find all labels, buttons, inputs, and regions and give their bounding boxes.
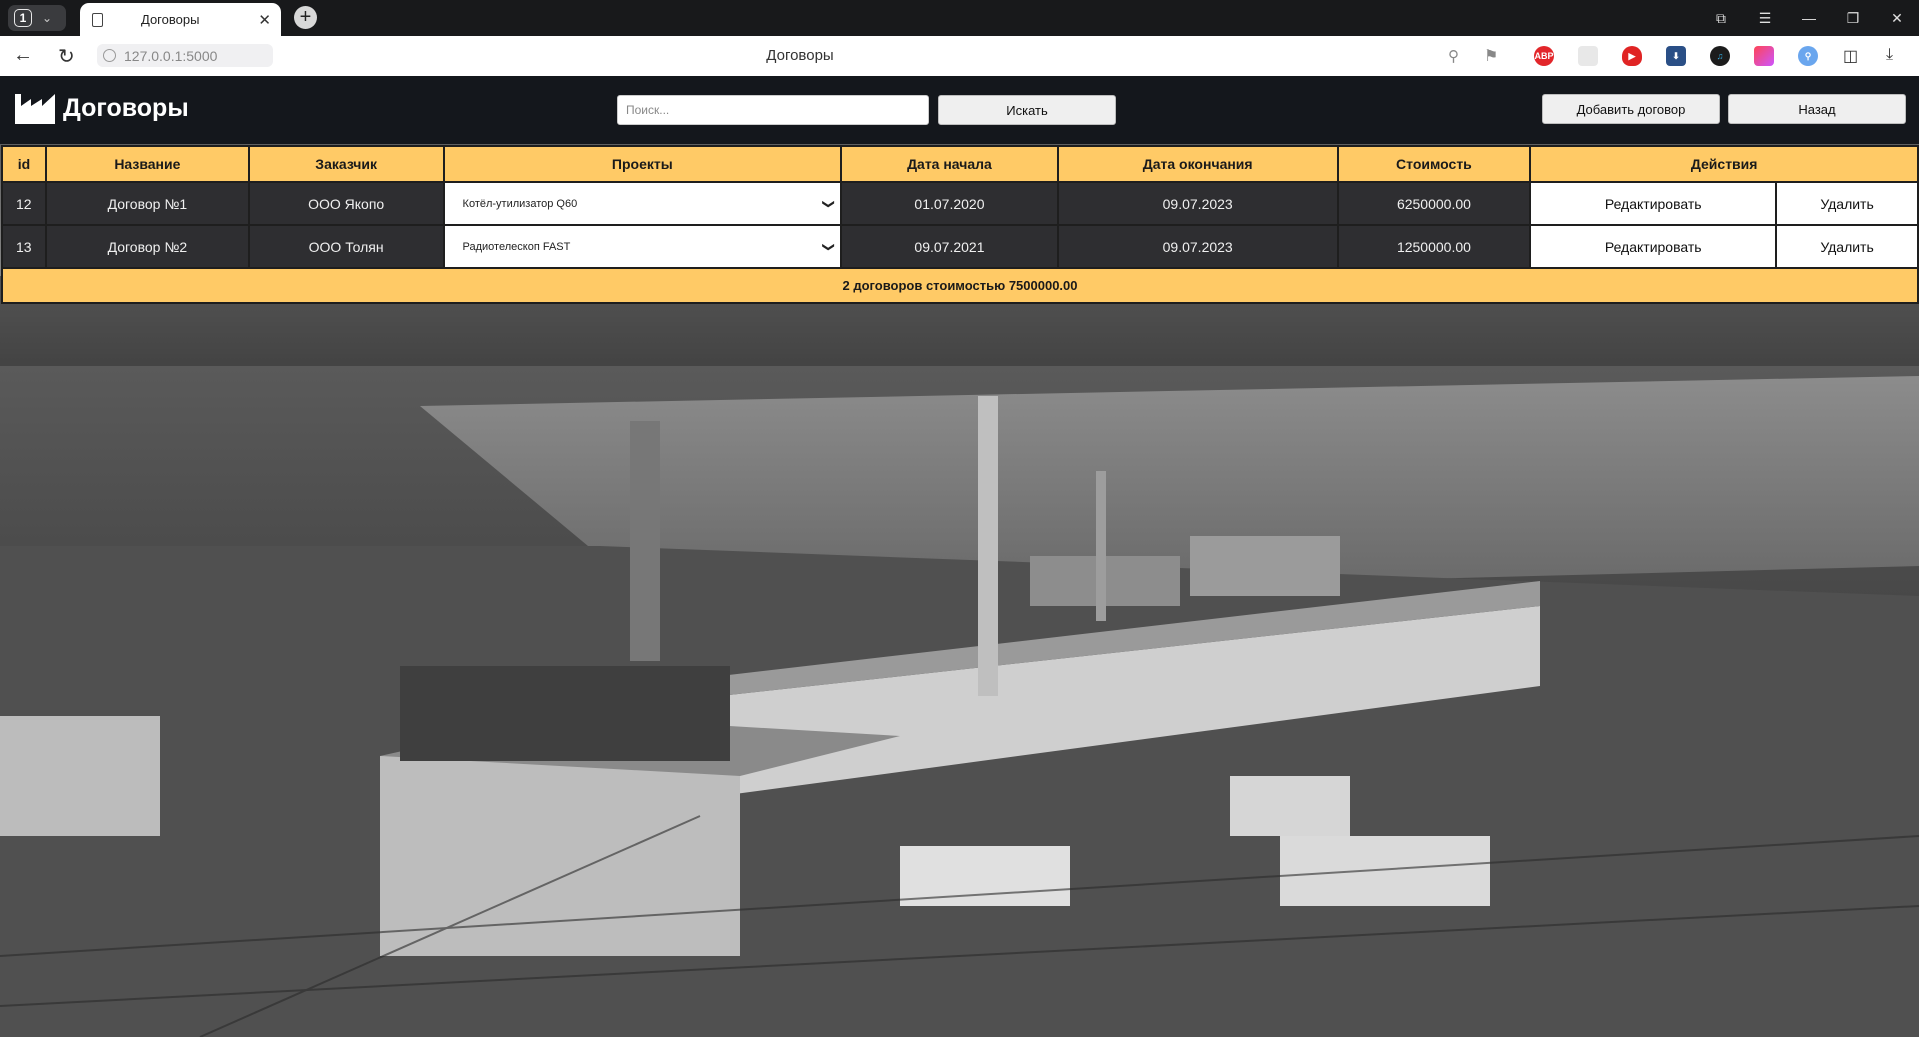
- tab-title: Договоры: [141, 12, 200, 27]
- table-row: 13 Договор №2 ООО Толян Радиотелескоп FA…: [1, 224, 1919, 269]
- column-header-actions: Действия: [1529, 145, 1919, 183]
- column-header-start-date: Дата начала: [840, 145, 1059, 183]
- extensions-icon[interactable]: ◫: [1843, 46, 1858, 66]
- collections-icon[interactable]: ⧉: [1699, 10, 1743, 27]
- chevron-down-icon: ⌄: [42, 11, 53, 25]
- cell-id: 13: [1, 224, 47, 269]
- close-icon[interactable]: ✕: [258, 11, 271, 29]
- adblock-extension-icon[interactable]: ABP: [1534, 46, 1554, 66]
- restore-icon[interactable]: ❐: [1831, 10, 1875, 27]
- close-window-icon[interactable]: ✕: [1875, 10, 1919, 27]
- cell-cost: 6250000.00: [1336, 181, 1532, 226]
- shield-extension-icon[interactable]: ▶: [1622, 46, 1642, 66]
- document-icon: [92, 12, 103, 27]
- chevron-down-icon: ❯: [822, 241, 837, 252]
- delete-button[interactable]: Удалить: [1775, 224, 1919, 269]
- contracts-table: id Название Заказчик Проекты Дата начала…: [1, 145, 1919, 304]
- music-extension-icon[interactable]: ♫: [1710, 46, 1730, 66]
- back-button[interactable]: Назад: [1728, 94, 1906, 124]
- cell-customer: ООО Якопо: [247, 181, 445, 226]
- browser-tab-active[interactable]: Договоры ✕: [80, 3, 281, 36]
- search-input[interactable]: [617, 95, 929, 125]
- search-extension-icon[interactable]: ⚲: [1798, 46, 1818, 66]
- column-header-name: Название: [44, 145, 250, 183]
- search-button[interactable]: Искать: [938, 95, 1116, 125]
- page-content: Договоры Искать Добавить договор Назад i…: [0, 76, 1919, 1037]
- tab-count: 1: [14, 9, 32, 27]
- cell-cost: 1250000.00: [1336, 224, 1532, 269]
- address-bar: ← ↻ 127.0.0.1:5000 Договоры ⚲ ⚑ ABP ▶ ⬇ …: [0, 36, 1919, 76]
- project-select[interactable]: Котёл-утилизатор Q60 ❯: [446, 185, 839, 222]
- bookmark-icon[interactable]: ⚑: [1484, 46, 1498, 66]
- column-header-id: id: [1, 145, 47, 183]
- page-title: Договоры: [63, 94, 189, 122]
- window-controls: ⧉ ☰ — ❐ ✕: [1699, 0, 1919, 36]
- project-select[interactable]: Радиотелескоп FAST ❯: [446, 228, 839, 265]
- cell-id: 12: [1, 181, 47, 226]
- browser-page-title: Договоры: [766, 47, 834, 64]
- minimize-icon[interactable]: —: [1787, 10, 1831, 26]
- menu-icon[interactable]: ☰: [1743, 10, 1787, 27]
- chevron-down-icon: ❯: [822, 198, 837, 209]
- new-tab-button[interactable]: +: [294, 6, 317, 29]
- column-header-projects: Проекты: [442, 145, 843, 183]
- cell-name: Договор №2: [44, 224, 250, 269]
- extension-blank-icon[interactable]: [1578, 46, 1598, 66]
- edit-button[interactable]: Редактировать: [1529, 181, 1778, 226]
- factory-logo-icon: [15, 94, 55, 124]
- cell-name: Договор №1: [44, 181, 250, 226]
- summary-text: 2 договоров стоимостью 7500000.00: [1, 267, 1919, 304]
- add-contract-button[interactable]: Добавить договор: [1542, 94, 1720, 124]
- table-summary-row: 2 договоров стоимостью 7500000.00: [1, 267, 1919, 304]
- key-icon[interactable]: ⚲: [1448, 47, 1459, 65]
- table-header-row: id Название Заказчик Проекты Дата начала…: [1, 145, 1919, 183]
- cell-start-date: 01.07.2020: [840, 181, 1059, 226]
- project-select-value: Радиотелескоп FAST: [462, 240, 571, 253]
- downloads-icon[interactable]: ⤓: [1886, 46, 1893, 64]
- table-row: 12 Договор №1 ООО Якопо Котёл-утилизатор…: [1, 181, 1919, 226]
- column-header-customer: Заказчик: [247, 145, 445, 183]
- cell-end-date: 09.07.2023: [1056, 181, 1339, 226]
- download-extension-icon[interactable]: ⬇: [1666, 46, 1686, 66]
- tab-counter-button[interactable]: 1 ⌄: [8, 5, 66, 31]
- cell-projects: Котёл-утилизатор Q60 ❯: [442, 181, 843, 226]
- delete-button[interactable]: Удалить: [1775, 181, 1919, 226]
- edit-button[interactable]: Редактировать: [1529, 224, 1778, 269]
- cell-end-date: 09.07.2023: [1056, 224, 1339, 269]
- browser-tab-strip: 1 ⌄ Договоры ✕ + ⧉ ☰ — ❐ ✕: [0, 0, 1919, 36]
- column-header-cost: Стоимость: [1336, 145, 1532, 183]
- project-select-value: Котёл-утилизатор Q60: [462, 197, 578, 210]
- cell-start-date: 09.07.2021: [840, 224, 1059, 269]
- cell-projects: Радиотелескоп FAST ❯: [442, 224, 843, 269]
- gradient-extension-icon[interactable]: [1754, 46, 1774, 66]
- column-header-end-date: Дата окончания: [1056, 145, 1339, 183]
- cell-customer: ООО Толян: [247, 224, 445, 269]
- app-header: Договоры Искать Добавить договор Назад: [0, 76, 1919, 144]
